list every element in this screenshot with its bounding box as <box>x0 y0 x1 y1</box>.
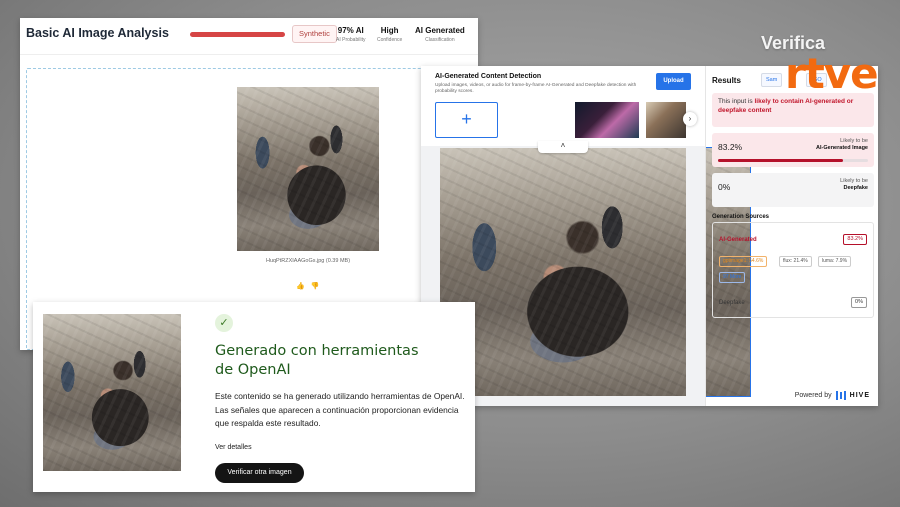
verify-another-button[interactable]: Verificar otra imagen <box>215 463 304 483</box>
verdict-prefix: This input is <box>718 98 755 105</box>
analyzed-image <box>237 87 379 251</box>
confidence-value: High <box>380 26 399 35</box>
rtve-logo: rtve <box>785 49 879 98</box>
thumbs-up-icon[interactable]: 👍 <box>296 283 311 290</box>
deepfake-label: Deepfake <box>719 300 745 306</box>
ai-probability-label: AI Probability <box>336 37 366 43</box>
more-sources-button[interactable]: 97 More <box>719 272 746 283</box>
sample-chip[interactable]: Sam <box>761 73 783 87</box>
heading-line-2: de OpenAI <box>215 362 291 378</box>
ai-score-fill <box>718 159 843 162</box>
verified-image <box>43 314 181 471</box>
confidence-stat: High Confidence <box>377 26 402 43</box>
basic-ai-analysis-panel: Basic AI Image Analysis Synthetic 97% AI… <box>20 18 478 350</box>
ai-probability-stat: 97% AI AI Probability <box>336 26 365 43</box>
results-title: Results <box>712 76 741 85</box>
verification-heading: Generado con herramientas de OpenAI <box>215 342 455 380</box>
media-thumbnail[interactable] <box>646 102 686 138</box>
powered-by-label: Powered by <box>794 392 832 399</box>
verification-body: Este contenido se ha generado utilizando… <box>215 391 465 428</box>
ai-score-label-top: Likely to be <box>840 138 868 144</box>
thumbs-down-icon[interactable]: 👎 <box>311 283 326 290</box>
viewer-image <box>440 148 686 396</box>
deepfake-score-percent: 0% <box>718 182 731 192</box>
add-media-button[interactable]: + <box>435 102 498 138</box>
deepfake-score-label-top: Likely to be <box>840 178 868 184</box>
generation-sources-title: Generation Sources <box>712 214 770 220</box>
heading-line-1: Generado con herramientas <box>215 343 419 359</box>
image-filename: HuqPtRZXIAAGoGs.jpg (0.39 MB) <box>265 258 351 264</box>
media-thumbnail[interactable] <box>575 102 639 138</box>
ai-score-track <box>718 159 868 162</box>
ai-score-label: Likely to be AI-Generated Image <box>816 138 868 152</box>
deepfake-score-label-bottom: Deepfake <box>843 185 868 191</box>
source-tag: luma: 7.9% <box>818 256 852 267</box>
chevron-up-icon[interactable]: ˄ <box>538 141 588 153</box>
synthetic-badge: Synthetic <box>292 25 337 43</box>
openai-verification-panel: ✓ Generado con herramientas de OpenAI Es… <box>33 302 475 492</box>
deepfake-value: 0% <box>851 297 867 308</box>
upload-button[interactable]: Upload <box>656 73 691 90</box>
generation-sources-box: AI-Generated 83.2% gptimage1: 54.6% flux… <box>712 222 874 318</box>
deepfake-score-label: Likely to be Deepfake <box>840 178 868 192</box>
hive-detection-panel: AI-Generated Content Detection Upload im… <box>421 66 878 406</box>
ai-score-percent: 83.2% <box>718 142 743 152</box>
classification-value: AI Generated <box>415 26 465 35</box>
ai-generated-label: AI-Generated <box>719 237 757 243</box>
panel-divider <box>705 66 706 406</box>
analysis-title: Basic AI Image Analysis <box>26 26 169 40</box>
deepfake-score-card: 0% Likely to be Deepfake <box>712 173 874 207</box>
source-tag: gptimage1: 54.6% <box>719 256 768 267</box>
powered-by: Powered by HIVE <box>795 391 870 400</box>
classification-label: Classification <box>425 37 455 43</box>
verdict-box: This input is likely to contain AI-gener… <box>712 93 874 127</box>
classification-stat: AI Generated Classification <box>415 26 465 43</box>
hive-brand: HIVE <box>849 392 870 399</box>
ai-generated-value: 83.2% <box>843 234 867 245</box>
feedback-buttons: 👍👎 <box>296 282 325 290</box>
chevron-right-icon[interactable]: › <box>683 112 697 126</box>
risk-bar <box>190 32 285 37</box>
source-tag: flux: 21.4% <box>779 256 812 267</box>
hive-logo-icon <box>835 391 846 400</box>
confidence-label: Confidence <box>377 37 403 43</box>
check-icon: ✓ <box>215 314 233 332</box>
details-link[interactable]: Ver detalles <box>215 444 252 451</box>
header-divider <box>20 54 478 55</box>
ai-generated-score-card: 83.2% Likely to be AI-Generated Image <box>712 133 874 167</box>
ai-score-label-bottom: AI-Generated Image <box>816 145 868 151</box>
detection-subtitle: Upload images, videos, or audio for fram… <box>435 83 637 94</box>
ai-probability-value: 97% AI <box>337 26 364 35</box>
detection-title: AI-Generated Content Detection <box>435 73 542 80</box>
